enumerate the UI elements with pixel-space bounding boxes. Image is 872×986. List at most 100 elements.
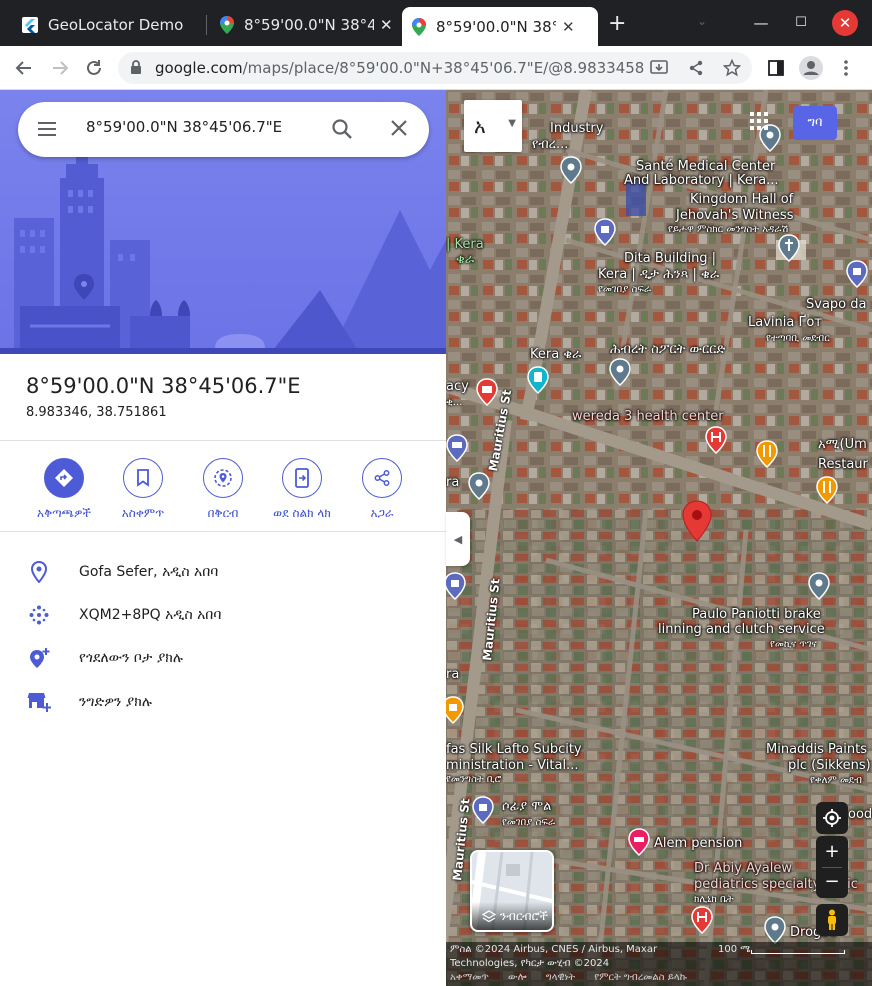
pharmacy-pin-icon[interactable] <box>476 378 498 406</box>
layers-toggle-button[interactable]: ንብርብሮች <box>470 850 554 932</box>
hotel-pin-icon[interactable] <box>628 828 650 856</box>
tab-separator <box>206 15 207 35</box>
terms-link[interactable]: ውሎ <box>508 972 527 983</box>
map-pin-icon[interactable] <box>560 156 582 184</box>
map-label: Kera | ዲታ ሕንጻ | ቄራ <box>598 267 720 282</box>
cafe-pin-icon[interactable] <box>446 696 464 724</box>
minimize-icon[interactable]: — <box>748 10 774 36</box>
church-pin-icon[interactable] <box>778 234 800 262</box>
action-label: በቅርብ <box>207 506 239 520</box>
back-icon[interactable] <box>10 54 38 82</box>
window-close-icon[interactable]: ✕ <box>832 10 858 36</box>
share-icon <box>362 458 402 498</box>
url-domain: google.com <box>155 59 243 77</box>
hospital-pin-icon[interactable] <box>705 426 727 454</box>
address-text: Gofa Sefer, አዲስ አበባ <box>79 564 219 580</box>
map-pin-icon[interactable] <box>764 916 786 944</box>
apps-grid-icon[interactable] <box>750 112 768 134</box>
shopping-pin-icon[interactable] <box>594 218 616 246</box>
plus-code-row[interactable]: XQM2+8PQ አዲስ አበባ <box>0 595 446 635</box>
address-bar[interactable]: google.com/maps/place/8°59'00.0"N+38°45'… <box>118 52 752 84</box>
lock-icon[interactable] <box>130 60 142 79</box>
tab-maps-1[interactable]: 8°59'00.0"N 38°45'06.7"E ✕ <box>210 6 403 44</box>
map-pin-icon[interactable] <box>808 572 830 600</box>
map-pin-icon[interactable] <box>609 358 631 386</box>
zoom-in-button[interactable]: + <box>824 837 839 867</box>
map-label: የመኪና ጥገና <box>770 639 817 650</box>
divider <box>0 440 446 441</box>
privacy-link[interactable]: ግላዊነት <box>546 972 575 983</box>
hospital-pin-icon[interactable] <box>691 906 713 934</box>
add-business-row[interactable]: ንግድዎን ያክሉ <box>0 682 446 722</box>
chevron-down-icon[interactable]: ▼ <box>508 118 516 129</box>
more-menu-icon[interactable] <box>832 54 860 82</box>
hamburger-menu-icon[interactable] <box>36 120 58 142</box>
search-box[interactable] <box>18 102 429 157</box>
feedback-link[interactable]: የምርት ግብረመልስ ይላኩ <box>594 972 687 983</box>
map-pin-icon[interactable] <box>468 472 490 500</box>
close-icon[interactable]: ✕ <box>380 16 393 34</box>
url-text[interactable]: google.com/maps/place/8°59'00.0"N+38°45'… <box>155 59 645 77</box>
save-button[interactable]: አስቀምጥ <box>103 458 183 521</box>
side-panel-icon[interactable] <box>762 54 790 82</box>
pegman-icon <box>828 909 836 930</box>
forward-icon[interactable] <box>46 54 74 82</box>
shopping-pin-icon[interactable] <box>446 572 466 600</box>
map-label: | Kera <box>446 237 484 252</box>
language-keyboard-button[interactable]: አ ▼ <box>464 100 522 152</box>
street-view-pegman-button[interactable] <box>816 904 848 936</box>
maximize-icon[interactable]: ☐ <box>788 10 814 36</box>
zoom-out-button[interactable]: − <box>824 868 839 898</box>
install-app-icon[interactable] <box>648 57 670 79</box>
shopping-pin-icon[interactable] <box>472 796 494 824</box>
add-business-icon <box>27 690 51 714</box>
restaurant-pin-icon[interactable] <box>816 476 838 504</box>
nearby-button[interactable]: በቅርብ <box>183 458 263 521</box>
profile-avatar-icon[interactable] <box>797 54 825 82</box>
transit-pin-icon[interactable] <box>527 366 549 394</box>
close-icon[interactable]: ✕ <box>562 18 575 36</box>
search-icon[interactable] <box>331 118 353 144</box>
clear-search-icon[interactable] <box>390 119 408 141</box>
directions-button[interactable]: አቅጣጫዎች <box>24 458 104 521</box>
add-missing-place-row[interactable]: የጎደለውን ቦታ ያክሉ <box>0 638 446 678</box>
tab-title: 8°59'00.0"N 38°45'06.7"E <box>436 17 556 36</box>
map-label: linning and clutch service <box>658 622 825 637</box>
map-label: Minaddis Paints <box>766 742 867 757</box>
attribution-links: አቀማመጥ ውሎ ግላዊነት የምርት ግብረመልስ ይላኩ <box>450 972 703 983</box>
collapse-panel-button[interactable]: ◀ <box>446 512 470 566</box>
map-label: And Laboratory | Kera... <box>624 173 779 188</box>
add-place-icon <box>27 646 51 670</box>
address-row[interactable]: Gofa Sefer, አዲስ አበባ <box>0 552 446 592</box>
reload-icon[interactable] <box>80 54 108 82</box>
layout-link[interactable]: አቀማመጥ <box>450 972 489 983</box>
map-label: Restaur <box>818 457 868 472</box>
map-label: plc (Sikkens) <box>788 758 871 773</box>
scale-label[interactable]: 100 ሜ <box>718 944 750 955</box>
send-to-phone-button[interactable]: ወደ ስልክ ላክ <box>262 458 342 521</box>
atm-pin-icon[interactable] <box>446 434 468 462</box>
map-label: ra <box>446 667 460 682</box>
browser-toolbar: google.com/maps/place/8°59'00.0"N+38°45'… <box>0 46 872 90</box>
flutter-icon <box>22 17 38 33</box>
new-tab-button[interactable]: + <box>608 12 626 36</box>
my-location-button[interactable] <box>816 802 848 834</box>
selected-location-pin-icon[interactable] <box>682 500 712 542</box>
sign-in-button[interactable]: ግባ <box>793 106 837 140</box>
send-to-phone-icon <box>282 458 322 498</box>
map-label: ood <box>848 807 872 822</box>
satellite-map[interactable]: Industry የብረ... Santé Medical Center And… <box>446 90 872 986</box>
tab-geolocator[interactable]: GeoLocator Demo <box>12 6 203 44</box>
url-path: /maps/place/8°59'00.0"N+38°45'06.7"E/@8.… <box>242 59 645 77</box>
tab-search-chevron-icon[interactable]: ⌄ <box>697 14 707 28</box>
map-label: Jehovah's Witness <box>676 208 794 223</box>
maps-pin-icon <box>412 17 426 36</box>
shopping-pin-icon[interactable] <box>846 260 868 288</box>
tab-maps-2-active[interactable]: 8°59'00.0"N 38°45'06.7"E ✕ <box>402 7 598 46</box>
bookmark-star-icon[interactable] <box>721 57 743 79</box>
share-button[interactable]: አጋራ <box>342 458 422 521</box>
share-icon[interactable] <box>685 57 707 79</box>
restaurant-pin-icon[interactable] <box>756 440 778 468</box>
zoom-controls: + − <box>816 836 848 898</box>
search-input[interactable] <box>86 118 316 136</box>
